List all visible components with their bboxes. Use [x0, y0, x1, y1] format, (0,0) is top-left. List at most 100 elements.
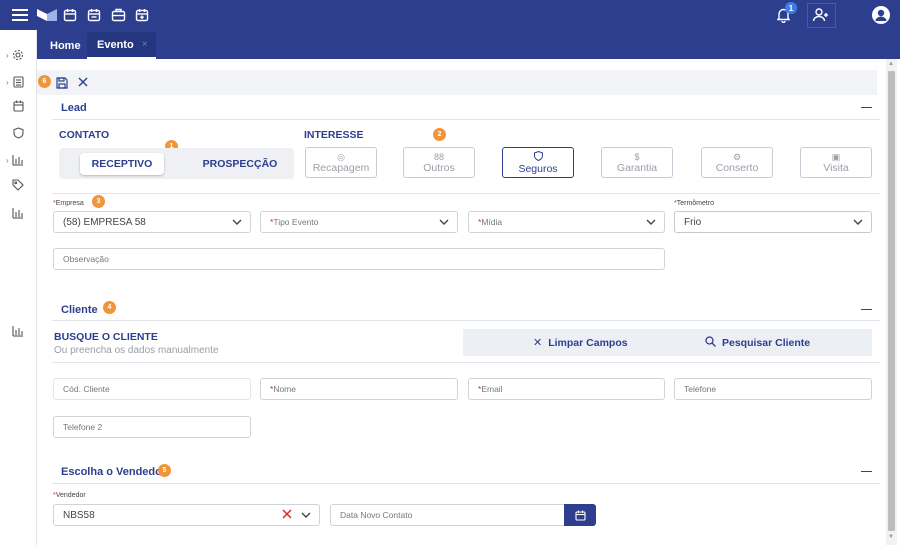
sidebar: › › ›: [0, 30, 37, 545]
cliente-section-title: Cliente: [61, 304, 98, 316]
chevron-down-icon: [853, 217, 863, 227]
sidebar-calendar-icon[interactable]: [10, 98, 26, 114]
data-novo-contato-input[interactable]: Data Novo Contato: [330, 504, 565, 526]
vendedor-label: *Vendedor: [53, 492, 86, 499]
divider: [52, 193, 880, 194]
interesse-garantia-button[interactable]: $ Garantia: [601, 147, 673, 178]
interesse-conserto-button[interactable]: ⚙ Conserto: [701, 147, 773, 178]
add-user-icon[interactable]: [811, 5, 831, 25]
interesse-seguros-label: Seguros: [518, 162, 558, 175]
close-icon: ✕: [533, 337, 543, 349]
tab-home[interactable]: Home: [40, 32, 87, 59]
vendedor-value: NBS58: [63, 509, 95, 521]
scroll-up-arrow-icon[interactable]: ▲: [888, 61, 894, 67]
tab-bar: Home Evento ×: [37, 30, 900, 59]
limpar-campos-label: Limpar Campos: [548, 336, 628, 349]
limpar-campos-button[interactable]: ✕ Limpar Campos: [533, 329, 628, 356]
sidebar-chart-icon-3[interactable]: [10, 323, 26, 339]
empresa-select[interactable]: (58) EMPRESA 58: [53, 211, 251, 233]
save-icon[interactable]: [56, 77, 68, 92]
lead-section-title: Lead: [61, 102, 87, 114]
sidebar-settings-icon[interactable]: ›: [6, 47, 26, 63]
interesse-visita-button[interactable]: ▣ Visita: [800, 147, 872, 178]
receptivo-option[interactable]: RECEPTIVO: [80, 153, 164, 175]
vendedor-collapse-icon[interactable]: [861, 471, 872, 472]
prospeccao-option[interactable]: PROSPECÇÃO: [193, 153, 287, 175]
contato-segmented-control: RECEPTIVO PROSPECÇÃO: [59, 148, 294, 179]
scrollbar-thumb[interactable]: [888, 71, 895, 531]
action-toolbar: [37, 70, 877, 95]
interesse-recapagem-button[interactable]: ◎ Recapagem: [305, 147, 377, 178]
calendar-icon[interactable]: [60, 5, 80, 25]
id-card-icon: ▣: [831, 151, 841, 162]
brand-logo-icon: [37, 5, 57, 25]
tire-icon: ◎: [337, 151, 345, 162]
observacao-placeholder: Observação: [63, 254, 109, 264]
vendedor-select[interactable]: NBS58: [53, 504, 320, 526]
pesquisar-cliente-label: Pesquisar Cliente: [722, 336, 811, 349]
sidebar-list-icon[interactable]: ›: [6, 74, 26, 90]
marker-3: 3: [92, 195, 105, 208]
chevron-down-icon: [232, 217, 242, 227]
termometro-label: *Termômetro: [674, 200, 715, 207]
sidebar-chart-icon[interactable]: ›: [6, 152, 26, 168]
divider: [52, 320, 880, 321]
calendar-add-icon[interactable]: [132, 5, 152, 25]
observacao-input[interactable]: Observação: [53, 248, 665, 270]
calendar-list-icon[interactable]: [84, 5, 104, 25]
cod-cliente-input[interactable]: Cód. Cliente: [53, 378, 251, 400]
email-input[interactable]: *Email: [468, 378, 665, 400]
chevron-down-icon: [646, 217, 656, 227]
tab-home-label: Home: [50, 39, 81, 52]
pesquisar-cliente-button[interactable]: Pesquisar Cliente: [705, 329, 810, 356]
vendedor-section-title: Escolha o Vendedor: [61, 466, 167, 478]
close-icon[interactable]: [77, 76, 89, 91]
tab-close-icon[interactable]: ×: [142, 39, 148, 50]
tipo-evento-select[interactable]: *Tipo Evento: [260, 211, 458, 233]
contato-label: CONTATO: [59, 129, 110, 141]
termometro-value: Frio: [684, 216, 702, 228]
clear-icon[interactable]: [282, 509, 292, 522]
lead-collapse-icon[interactable]: [861, 107, 872, 108]
grid-icon: 88: [433, 151, 444, 162]
marker-5: 5: [158, 464, 171, 477]
gear-icon: ⚙: [732, 151, 742, 162]
hamburger-menu-icon[interactable]: [10, 5, 30, 25]
telefone2-input[interactable]: Telefone 2: [53, 416, 251, 438]
telefone-input[interactable]: Telefone: [674, 378, 872, 400]
scrollbar[interactable]: ▲ ▼: [886, 59, 897, 545]
interesse-visita-label: Visita: [823, 161, 849, 174]
tab-evento[interactable]: Evento ×: [87, 32, 156, 59]
cliente-search-bar: ✕ Limpar Campos Pesquisar Cliente: [463, 329, 872, 356]
cod-cliente-placeholder: Cód. Cliente: [63, 384, 110, 394]
dollar-icon: $: [634, 151, 640, 162]
search-icon: [705, 335, 716, 350]
midia-select[interactable]: *Mídia: [468, 211, 665, 233]
termometro-select[interactable]: Frio: [674, 211, 872, 233]
user-avatar-icon[interactable]: [871, 5, 891, 25]
chevron-down-icon: [301, 510, 311, 520]
manual-hint: Ou preencha os dados manualmente: [54, 345, 219, 356]
calendar-icon: [574, 510, 586, 521]
chevron-down-icon: [439, 217, 449, 227]
interesse-seguros-button[interactable]: Seguros: [502, 147, 574, 178]
sidebar-shield-icon[interactable]: [10, 125, 26, 141]
cliente-collapse-icon[interactable]: [861, 309, 872, 310]
marker-4: 4: [103, 301, 116, 314]
date-picker-button[interactable]: [564, 504, 596, 526]
sidebar-tag-icon[interactable]: [10, 177, 26, 193]
notification-bell-icon[interactable]: 1: [773, 2, 797, 25]
divider: [52, 362, 880, 363]
empresa-label: *Empresa: [53, 200, 84, 207]
interesse-outros-button[interactable]: 88 Outros: [403, 147, 475, 178]
marker-2: 2: [433, 128, 446, 141]
divider: [52, 119, 880, 120]
busque-cliente-label: BUSQUE O CLIENTE: [54, 331, 158, 343]
sidebar-chart-icon-2[interactable]: [10, 205, 26, 221]
briefcase-icon[interactable]: [108, 5, 128, 25]
top-navbar: 1: [0, 0, 900, 30]
scroll-down-arrow-icon[interactable]: ▼: [888, 534, 894, 540]
data-novo-contato-placeholder: Data Novo Contato: [340, 510, 413, 520]
nome-input[interactable]: *Nome: [260, 378, 458, 400]
interesse-conserto-label: Conserto: [715, 161, 759, 174]
